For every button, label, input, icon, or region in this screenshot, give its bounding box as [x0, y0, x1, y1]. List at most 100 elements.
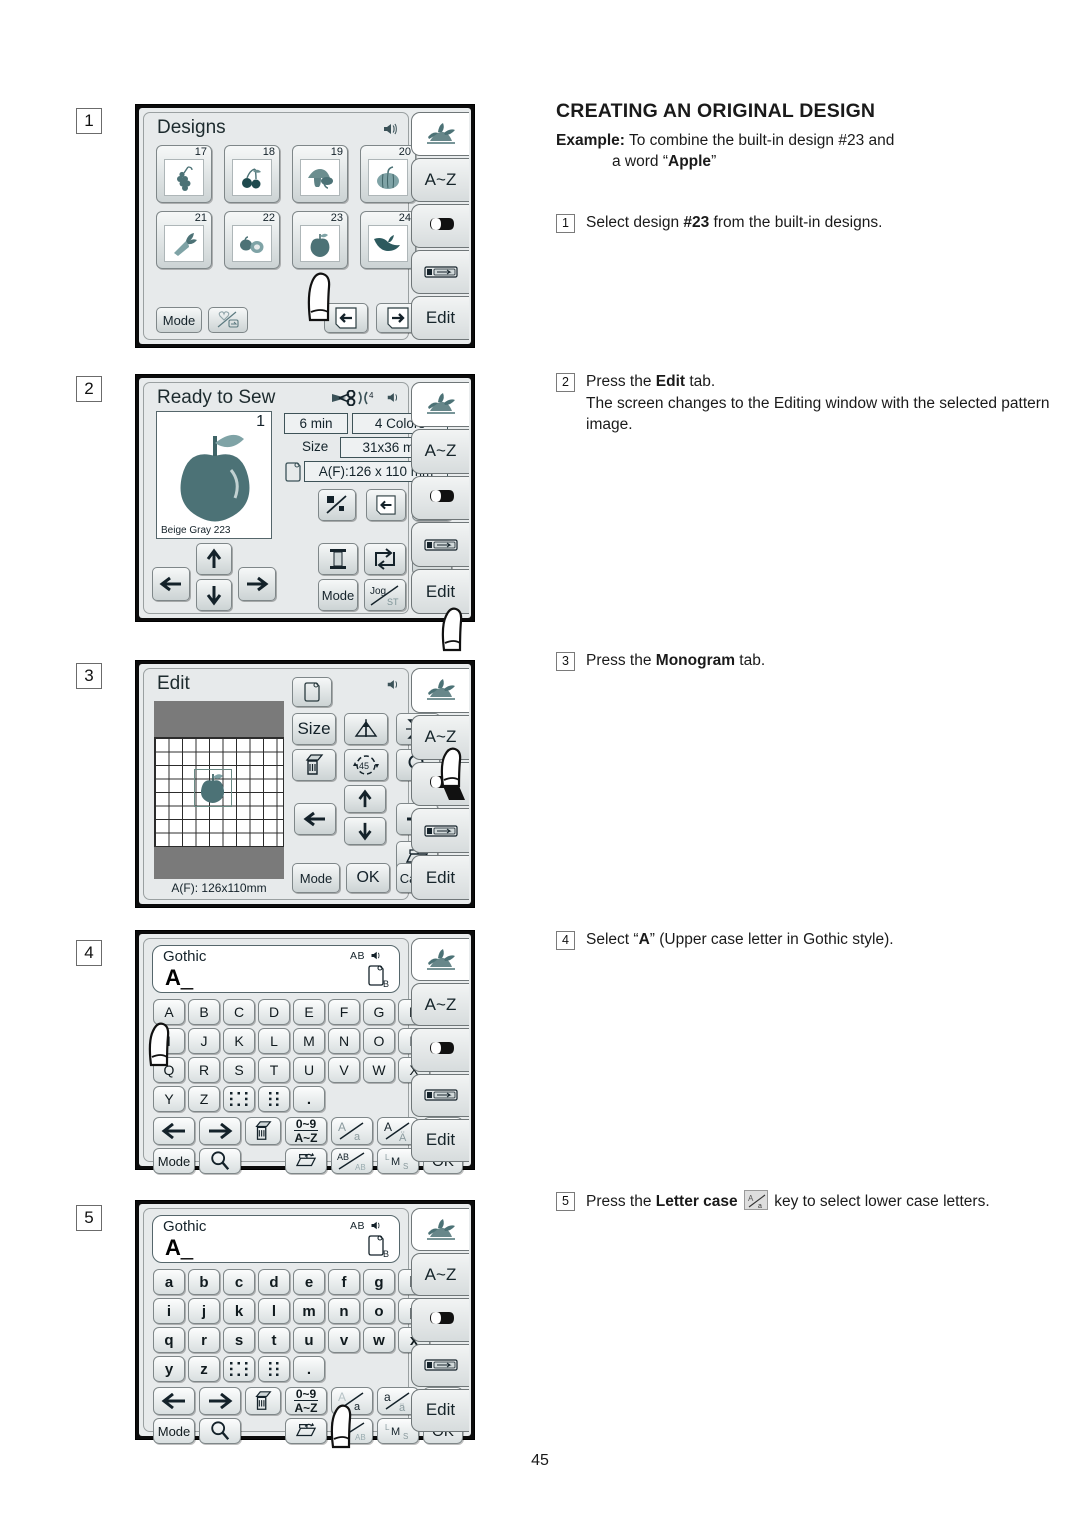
key-W[interactable]: W — [363, 1057, 395, 1083]
size-button[interactable]: Size — [292, 713, 336, 745]
letter-case-key[interactable]: Aa — [331, 1117, 373, 1145]
size-ab-key[interactable]: AB AB — [331, 1148, 373, 1174]
sidebar-item-design-thumbnail[interactable] — [411, 1208, 469, 1252]
design-cell-18[interactable]: 18 — [224, 145, 280, 203]
prev-page-button[interactable] — [324, 303, 368, 333]
key-space-wide[interactable] — [223, 1086, 255, 1112]
key-a[interactable]: a — [153, 1269, 185, 1295]
sidebar-item-edit[interactable]: Edit — [411, 855, 469, 900]
key-V[interactable]: V — [328, 1057, 360, 1083]
design-cell-21[interactable]: 21 — [156, 211, 212, 269]
sidebar-item-monogram[interactable]: A~Z — [411, 983, 469, 1027]
save-key[interactable] — [285, 1418, 327, 1444]
sidebar-item-monogram[interactable]: A~Z — [411, 428, 469, 474]
key-c[interactable]: c — [223, 1269, 255, 1295]
cursor-left-key[interactable] — [153, 1387, 195, 1415]
key-e[interactable]: e — [293, 1269, 325, 1295]
sidebar-item-design-thumbnail[interactable] — [411, 382, 469, 427]
sidebar-item-edit[interactable]: Edit — [411, 569, 469, 614]
key-N[interactable]: N — [328, 1028, 360, 1054]
sidebar-item-usb[interactable] — [411, 808, 469, 854]
zoom-key[interactable] — [199, 1418, 241, 1444]
key-I[interactable]: I — [153, 1028, 185, 1054]
save-key[interactable] — [285, 1148, 327, 1174]
key-L[interactable]: L — [258, 1028, 290, 1054]
prev-color-button[interactable] — [366, 489, 406, 521]
sidebar-item-usb[interactable] — [411, 522, 469, 568]
number-letter-key[interactable]: 0~9 A~Z — [285, 1117, 327, 1145]
mode-button[interactable]: Mode — [156, 307, 202, 333]
sidebar-item-design-thumbnail[interactable] — [411, 668, 469, 713]
key-f[interactable]: f — [328, 1269, 360, 1295]
key-B[interactable]: B — [188, 999, 220, 1025]
sidebar-item-eraser[interactable] — [411, 761, 469, 807]
key-space-wide[interactable] — [223, 1356, 255, 1382]
cursor-left-key[interactable] — [153, 1117, 195, 1145]
ok-button[interactable]: OK — [346, 863, 390, 893]
key-J[interactable]: J — [188, 1028, 220, 1054]
trace-button[interactable] — [318, 489, 356, 521]
zoom-key[interactable] — [199, 1148, 241, 1174]
design-cell-17[interactable]: 17 — [156, 145, 212, 203]
key-z[interactable]: z — [188, 1356, 220, 1382]
design-cell-22[interactable]: 22 — [224, 211, 280, 269]
key-O[interactable]: O — [363, 1028, 395, 1054]
number-letter-key[interactable]: 0~9 A~Z — [285, 1387, 327, 1415]
spool-button[interactable] — [318, 543, 358, 575]
key-r[interactable]: r — [188, 1327, 220, 1353]
key-Z[interactable]: Z — [188, 1086, 220, 1112]
key-space-narrow[interactable] — [258, 1356, 290, 1382]
design-cell-24[interactable]: 24 — [360, 211, 416, 269]
key-space-narrow[interactable] — [258, 1086, 290, 1112]
move-up-button[interactable] — [196, 543, 232, 575]
key-G[interactable]: G — [363, 999, 395, 1025]
key-S[interactable]: S — [223, 1057, 255, 1083]
design-cell-23[interactable]: 23 — [292, 211, 348, 269]
sidebar-item-monogram[interactable]: A~Z — [411, 714, 469, 760]
key-j[interactable]: j — [188, 1298, 220, 1324]
stitch-back-button[interactable] — [364, 543, 406, 575]
sidebar-item-monogram[interactable]: A~Z — [411, 158, 469, 202]
mode-button[interactable]: Mode — [318, 579, 358, 611]
key-m[interactable]: m — [293, 1298, 325, 1324]
letter-case-key[interactable]: Aa — [331, 1387, 373, 1415]
move-down-button[interactable] — [344, 817, 386, 845]
key-l[interactable]: l — [258, 1298, 290, 1324]
key-D[interactable]: D — [258, 999, 290, 1025]
sidebar-item-usb[interactable] — [411, 1073, 469, 1117]
key-s[interactable]: s — [223, 1327, 255, 1353]
key-Q[interactable]: Q — [153, 1057, 185, 1083]
sidebar-item-edit[interactable]: Edit — [411, 1388, 469, 1433]
sidebar-item-eraser[interactable] — [411, 204, 469, 248]
cursor-right-key[interactable] — [199, 1117, 241, 1145]
hoop-button[interactable] — [292, 677, 332, 707]
sidebar-item-eraser[interactable] — [411, 475, 469, 521]
delete-key[interactable] — [245, 1387, 281, 1415]
cursor-right-key[interactable] — [199, 1387, 241, 1415]
key-t[interactable]: t — [258, 1327, 290, 1353]
sidebar-item-usb[interactable] — [411, 250, 469, 294]
mode-key[interactable]: Mode — [153, 1148, 195, 1174]
mirror-vertical-button[interactable] — [344, 713, 388, 745]
key-C[interactable]: C — [223, 999, 255, 1025]
sidebar-item-eraser[interactable] — [411, 1298, 469, 1342]
key-d[interactable]: d — [258, 1269, 290, 1295]
mode-button[interactable]: Mode — [292, 863, 340, 893]
key-g[interactable]: g — [363, 1269, 395, 1295]
mode-key[interactable]: Mode — [153, 1418, 195, 1444]
key-u[interactable]: u — [293, 1327, 325, 1353]
sidebar-item-usb[interactable] — [411, 1343, 469, 1387]
sidebar-item-edit[interactable]: Edit — [411, 296, 469, 340]
key-M[interactable]: M — [293, 1028, 325, 1054]
trash-button[interactable] — [292, 749, 336, 781]
move-left-button[interactable] — [294, 803, 336, 835]
key-i[interactable]: i — [153, 1298, 185, 1324]
sidebar-item-monogram[interactable]: A~Z — [411, 1253, 469, 1297]
sidebar-item-edit[interactable]: Edit — [411, 1118, 469, 1163]
key-K[interactable]: K — [223, 1028, 255, 1054]
rotate-45-button[interactable]: 45 — [344, 749, 388, 781]
key-U[interactable]: U — [293, 1057, 325, 1083]
move-left-button[interactable] — [152, 567, 190, 601]
design-cell-20[interactable]: 20 — [360, 145, 416, 203]
key-o[interactable]: o — [363, 1298, 395, 1324]
